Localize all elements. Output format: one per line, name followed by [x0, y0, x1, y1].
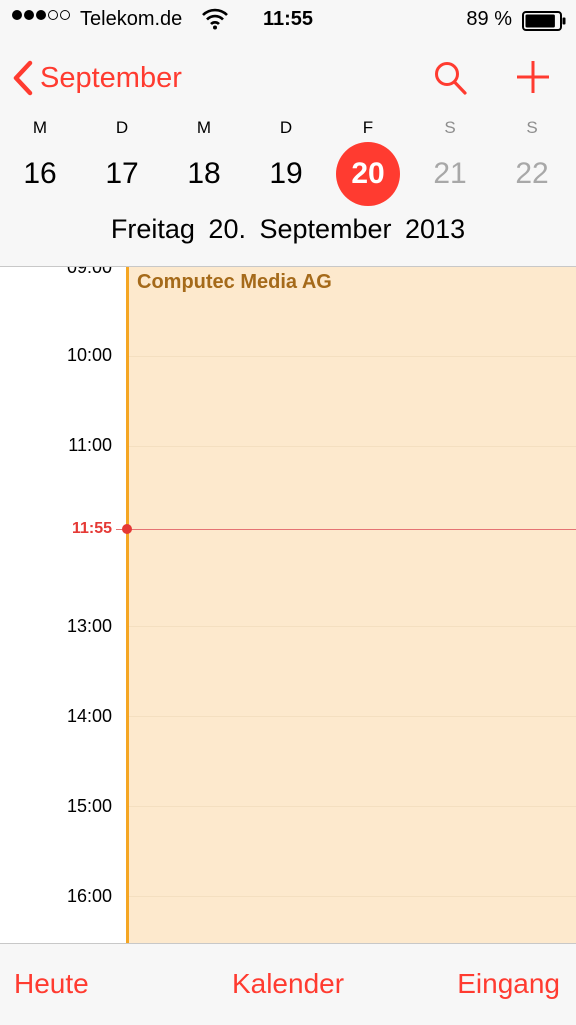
- battery-fill: [525, 14, 555, 28]
- hour-label: 14:00: [66, 706, 112, 726]
- hour-label: 16:00: [66, 886, 112, 906]
- day-20-selected[interactable]: 20: [336, 142, 400, 206]
- add-event-icon[interactable]: [514, 58, 552, 96]
- bottom-toolbar: Heute Kalender Eingang: [0, 943, 576, 1025]
- hour-label: 09:00: [66, 267, 112, 277]
- hour-label: 10:00: [66, 345, 112, 365]
- day-21[interactable]: 21: [418, 142, 482, 206]
- week-day-strip: 16 17 18 19 20 21 22: [0, 142, 576, 206]
- event-hour-line: [129, 626, 576, 627]
- search-icon[interactable]: [432, 60, 468, 96]
- day-17[interactable]: 17: [90, 142, 154, 206]
- battery-percentage: 89 %: [466, 8, 512, 30]
- battery-icon: [522, 11, 566, 31]
- weekday-letter: D: [279, 118, 293, 137]
- weekday-letter: F: [362, 118, 374, 137]
- back-to-month-button[interactable]: September: [12, 50, 182, 106]
- hour-label: 13:00: [66, 616, 112, 636]
- weekday-header-row: M D M D F S S: [0, 118, 576, 138]
- navigation-bar: September: [0, 50, 576, 106]
- event-hour-line: [129, 356, 576, 357]
- weekday-letter: M: [196, 118, 212, 137]
- calendar-header: Telekom.de 11:55 89 % September M D M D …: [0, 0, 576, 267]
- hour-label: 15:00: [66, 796, 112, 816]
- hour-label: 11:00: [68, 435, 112, 455]
- weekday-letter: M: [32, 118, 48, 137]
- current-time-label: 11:55: [71, 520, 112, 537]
- weekday-letter: S: [444, 118, 456, 137]
- weekday-letter: S: [526, 118, 538, 137]
- day-18[interactable]: 18: [172, 142, 236, 206]
- event-hour-line: [129, 806, 576, 807]
- chevron-left-icon: [13, 60, 33, 96]
- event-title: Computec Media AG: [137, 271, 332, 293]
- event-hour-line: [129, 716, 576, 717]
- event-hour-line: [129, 446, 576, 447]
- day-16[interactable]: 16: [8, 142, 72, 206]
- back-button-label: September: [40, 61, 182, 94]
- status-bar: Telekom.de 11:55 89 %: [0, 0, 576, 40]
- event-hour-line: [129, 896, 576, 897]
- current-time-line: [116, 529, 576, 530]
- weekday-letter: D: [115, 118, 129, 137]
- event-block[interactable]: Computec Media AG: [126, 267, 576, 943]
- day-timeline[interactable]: Computec Media AG 09:00 10:00 11:00 13:0…: [0, 267, 576, 943]
- day-22[interactable]: 22: [500, 142, 564, 206]
- day-19[interactable]: 19: [254, 142, 318, 206]
- selected-date-title: Freitag 20. September 2013: [110, 214, 466, 244]
- current-time-dot: [122, 524, 132, 534]
- inbox-button[interactable]: Eingang: [457, 968, 560, 1000]
